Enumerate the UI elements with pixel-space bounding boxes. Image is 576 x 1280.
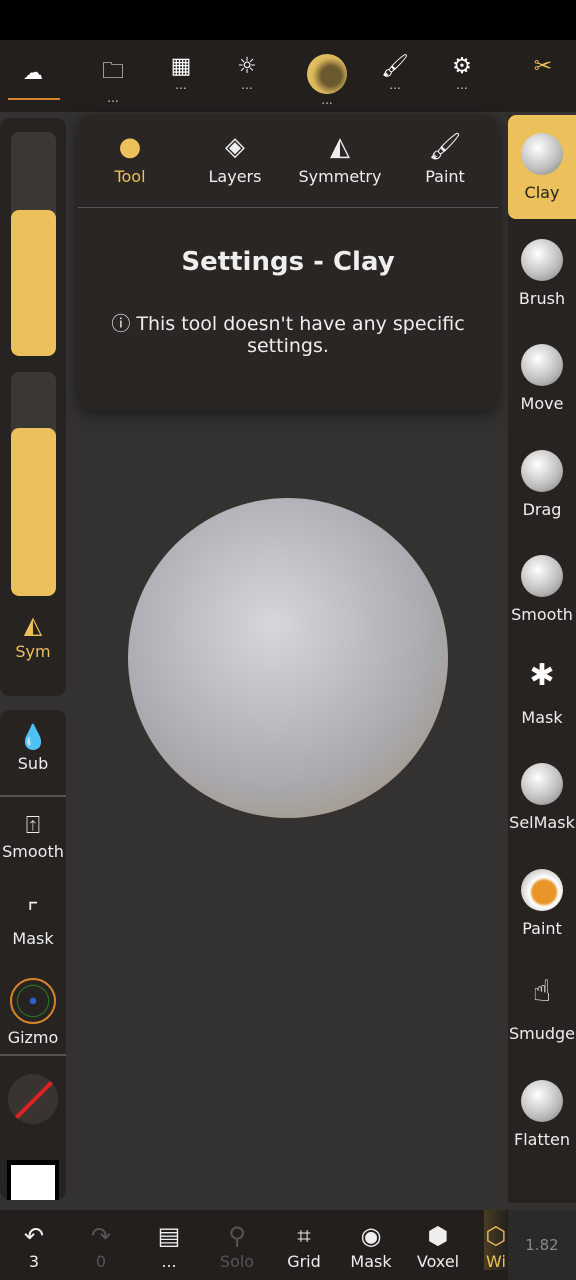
mask-shortcut[interactable]: ⌜ Mask bbox=[0, 895, 66, 948]
radius-slider-fill bbox=[11, 210, 56, 356]
scene-icon: ☁ bbox=[23, 60, 43, 84]
divider bbox=[0, 1054, 66, 1056]
mask-tool-icon: ✱ bbox=[529, 657, 555, 693]
tool-smudge[interactable]: ☝ Smudge bbox=[508, 956, 576, 1060]
info-text: ⓘ This tool doesn't have any specific se… bbox=[111, 313, 465, 357]
drag-tool-icon bbox=[521, 449, 563, 492]
paint-tool-icon bbox=[521, 868, 563, 911]
move-tool-icon bbox=[521, 344, 563, 386]
gold-bars-icon: ▦ bbox=[170, 54, 192, 79]
symmetry-icon: ◭ bbox=[23, 611, 43, 639]
top-toolbar: ☁ 🗀... ▦... ☼... ... 🖌... ⚙... ✂ bbox=[0, 40, 576, 112]
flatten-tool-icon bbox=[521, 1079, 563, 1122]
stroke-picker[interactable] bbox=[7, 1160, 59, 1200]
gizmo-toggle[interactable]: Gizmo bbox=[0, 978, 66, 1047]
materials-button[interactable]: ▦... bbox=[156, 54, 206, 104]
tab-tool[interactable]: ● Tool bbox=[80, 127, 180, 186]
intensity-slider[interactable] bbox=[11, 372, 56, 596]
tab-paint[interactable]: 🖌 Paint bbox=[395, 127, 495, 186]
settings-button[interactable]: ⚙... bbox=[437, 54, 487, 104]
left-slider-panel: ◭ Sym bbox=[0, 118, 66, 696]
wireframe-icon: ⬡ bbox=[485, 1222, 507, 1250]
smooth-shortcut[interactable]: ⍐ Smooth bbox=[0, 808, 66, 861]
tool-smooth[interactable]: Smooth bbox=[508, 537, 576, 641]
grid-button[interactable]: ⌗ Grid bbox=[270, 1220, 338, 1271]
smudge-tool-icon: ☝ bbox=[532, 974, 552, 1009]
intensity-slider-fill bbox=[11, 428, 56, 596]
redo-icon: ↷ bbox=[90, 1222, 112, 1250]
stroke-preview bbox=[11, 1165, 55, 1200]
tool-mask[interactable]: ✱ Mask bbox=[508, 640, 576, 744]
bottom-toolbar: ↶ 3 ↷ 0 ▤... ⚲ Solo ⌗ Grid ◉ Mask ⬢ Voxel ⬡ Wi … bbox=[0, 1210, 576, 1280]
tool-settings-popup: ● Tool ◈ Layers ◭ Symmetry 🖌 Paint Settings … bbox=[78, 115, 498, 410]
grid-icon: ⌗ bbox=[297, 1222, 311, 1250]
files-button[interactable]: 🗀... bbox=[88, 54, 138, 104]
paint-brush-icon: 🖌 bbox=[428, 132, 462, 162]
tab-symmetry[interactable]: ◭ Symmetry bbox=[290, 127, 390, 186]
divider bbox=[78, 207, 498, 208]
tab-layers[interactable]: ◈ Layers bbox=[185, 127, 285, 186]
scene-button[interactable]: ☁ bbox=[8, 54, 58, 104]
book-icon: ▤ bbox=[157, 1222, 181, 1250]
scene-menu-button[interactable]: ▤... bbox=[135, 1220, 203, 1271]
drop-icon: 💧 bbox=[18, 723, 48, 751]
tool-brush[interactable]: Brush bbox=[508, 221, 576, 325]
clay-tool-icon bbox=[521, 133, 563, 175]
brush-icon: 🖌 bbox=[381, 54, 409, 79]
cubes-icon: ⬢ bbox=[427, 1222, 449, 1250]
clay-ball-icon bbox=[307, 54, 347, 94]
no-alpha-slash-icon bbox=[8, 1074, 58, 1124]
tool-paint[interactable]: Paint bbox=[508, 851, 576, 955]
lighting-button[interactable]: ☼... bbox=[222, 54, 272, 104]
sun-icon: ☼ bbox=[237, 54, 257, 79]
sub-toggle[interactable]: 💧 Sub bbox=[0, 720, 66, 773]
divider bbox=[0, 795, 66, 797]
folder-icon: 🗀 bbox=[101, 59, 124, 84]
smooth-tool-icon bbox=[521, 555, 563, 597]
eye-icon: ◉ bbox=[360, 1222, 382, 1250]
tool-drag[interactable]: Drag bbox=[508, 432, 576, 536]
voxel-button[interactable]: ⬢ Voxel bbox=[404, 1220, 472, 1271]
upload-box-icon: ⍐ bbox=[25, 811, 41, 839]
tool-move[interactable]: Move bbox=[508, 326, 576, 430]
gear-icon: ⚙ bbox=[452, 54, 472, 79]
mask-visibility-button[interactable]: ◉ Mask bbox=[337, 1220, 405, 1271]
tool-flatten[interactable]: Flatten bbox=[508, 1062, 576, 1166]
mask-box-icon: ⌜ bbox=[27, 898, 39, 926]
version-label: 1.82 bbox=[508, 1210, 576, 1280]
tool-strip: Clay Brush Move Drag Smooth ✱ Mask SelMask Paint… bbox=[508, 115, 576, 1203]
tool-button[interactable]: ... bbox=[302, 54, 352, 106]
info-icon: ⓘ bbox=[111, 313, 137, 335]
paint-button[interactable]: 🖌... bbox=[370, 54, 420, 104]
undo-button[interactable]: ↶ 3 bbox=[0, 1220, 68, 1271]
clay-ball-icon: ● bbox=[118, 132, 142, 162]
layers-icon: ◈ bbox=[225, 132, 245, 162]
redo-button[interactable]: ↷ 0 bbox=[67, 1220, 135, 1271]
selmask-tool-icon bbox=[521, 763, 563, 805]
left-tools-panel: 💧 Sub ⍐ Smooth ⌜ Mask Gizmo bbox=[0, 710, 66, 1200]
gizmo-icon bbox=[10, 978, 56, 1024]
tools-icon: ✂ bbox=[533, 54, 553, 79]
alpha-picker[interactable] bbox=[8, 1074, 58, 1124]
search-icon: ⚲ bbox=[228, 1222, 246, 1250]
brush-tool-icon bbox=[521, 238, 563, 281]
symmetry-toggle[interactable]: ◭ Sym bbox=[0, 608, 66, 661]
sculpt-mesh[interactable] bbox=[128, 498, 448, 818]
tool-selmask[interactable]: SelMask bbox=[508, 745, 576, 849]
wireframe-button[interactable]: ⬡ Wi bbox=[484, 1210, 508, 1270]
radius-slider[interactable] bbox=[11, 132, 56, 356]
popup-title: Settings - Clay bbox=[181, 247, 395, 277]
tool-clay[interactable]: Clay bbox=[508, 115, 576, 219]
tools-menu-button[interactable]: ✂ bbox=[518, 54, 568, 104]
active-tab-underline bbox=[8, 98, 60, 100]
solo-button[interactable]: ⚲ Solo bbox=[203, 1220, 271, 1271]
undo-icon: ↶ bbox=[23, 1222, 45, 1250]
status-bar bbox=[0, 0, 576, 40]
symmetry-icon: ◭ bbox=[330, 132, 350, 162]
